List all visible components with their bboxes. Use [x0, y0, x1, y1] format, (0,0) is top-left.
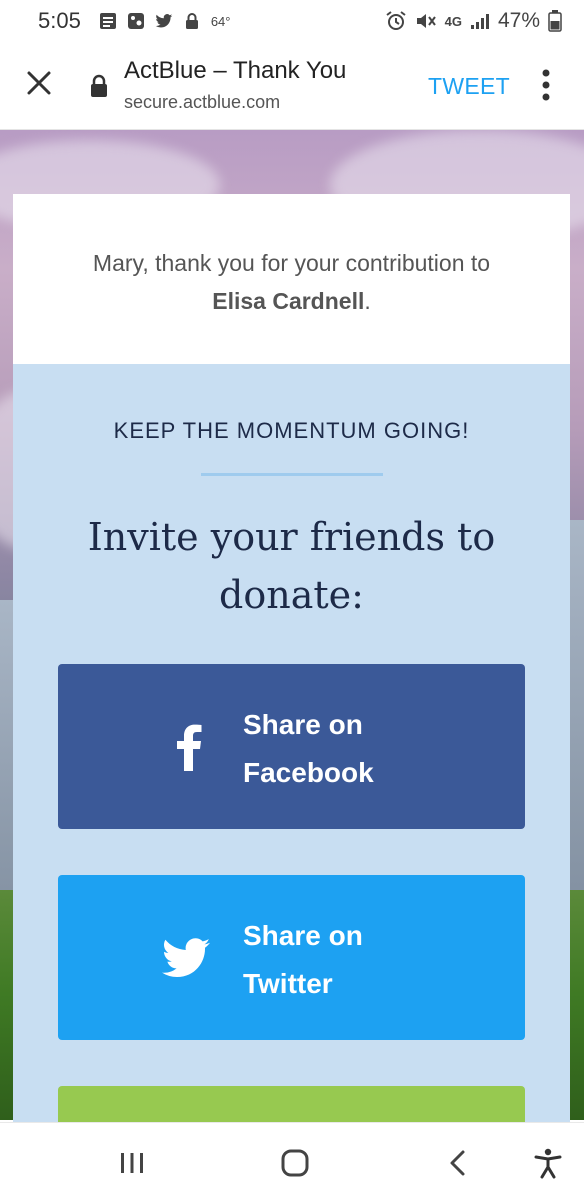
- home-icon[interactable]: [279, 1147, 311, 1179]
- thank-you-box: Mary, thank you for your contribution to…: [13, 194, 570, 364]
- thank-you-period: .: [364, 288, 371, 314]
- notes-icon: [99, 13, 116, 29]
- battery-percent: 47%: [497, 9, 540, 32]
- share-twitter-button[interactable]: Share on Twitter: [58, 875, 525, 1040]
- status-time: 5:05: [38, 8, 81, 33]
- share-email-button[interactable]: [58, 1086, 525, 1124]
- more-vertical-icon[interactable]: [536, 67, 556, 103]
- momentum-panel: KEEP THE MOMENTUM GOING! Invite your fri…: [13, 364, 570, 1124]
- facebook-icon: [177, 724, 202, 771]
- signal-icon: [470, 14, 489, 29]
- back-icon[interactable]: [443, 1147, 475, 1179]
- notification-icons: 64°: [99, 12, 231, 30]
- building: [568, 520, 584, 940]
- share-twitter-label: Share on Twitter: [243, 920, 363, 999]
- share-facebook-label: Share on Facebook: [243, 709, 374, 788]
- momentum-heading: KEEP THE MOMENTUM GOING!: [113, 418, 470, 443]
- status-temperature: 64°: [210, 13, 231, 29]
- system-status-icons: 4G 47%: [385, 9, 562, 33]
- status-bar: 5:05 64° 4G 47%: [0, 0, 584, 42]
- lock-status-icon: [185, 13, 198, 29]
- mute-icon: [416, 14, 436, 28]
- share-facebook-button[interactable]: Share on Facebook: [58, 664, 525, 829]
- battery-icon: [548, 10, 562, 32]
- lock-icon: [91, 74, 107, 97]
- thank-you-text: Mary, thank you for your contribution to: [92, 250, 491, 276]
- page-url: secure.actblue.com: [124, 92, 281, 112]
- close-icon[interactable]: [22, 66, 56, 100]
- alarm-icon: [386, 11, 406, 30]
- recent-apps-icon[interactable]: [116, 1147, 148, 1179]
- twitter-status-icon: [155, 14, 173, 28]
- browser-toolbar: ActBlue – Thank You secure.actblue.com T…: [0, 42, 584, 130]
- thank-you-message: Mary, thank you for your contribution to…: [13, 244, 570, 320]
- thank-you-card: Mary, thank you for your contribution to…: [13, 194, 570, 1124]
- invite-heading: Invite your friends to donate:: [87, 515, 496, 617]
- accessibility-icon[interactable]: [532, 1147, 564, 1179]
- network-type: 4G: [444, 13, 462, 29]
- divider: [201, 473, 383, 476]
- page-title: ActBlue – Thank You: [124, 57, 347, 84]
- gallery-icon: [127, 13, 144, 29]
- recipient-name: Elisa Cardnell: [212, 288, 365, 314]
- tweet-button[interactable]: TWEET: [428, 73, 510, 100]
- navigation-bar: [0, 1122, 584, 1200]
- twitter-icon: [162, 937, 210, 977]
